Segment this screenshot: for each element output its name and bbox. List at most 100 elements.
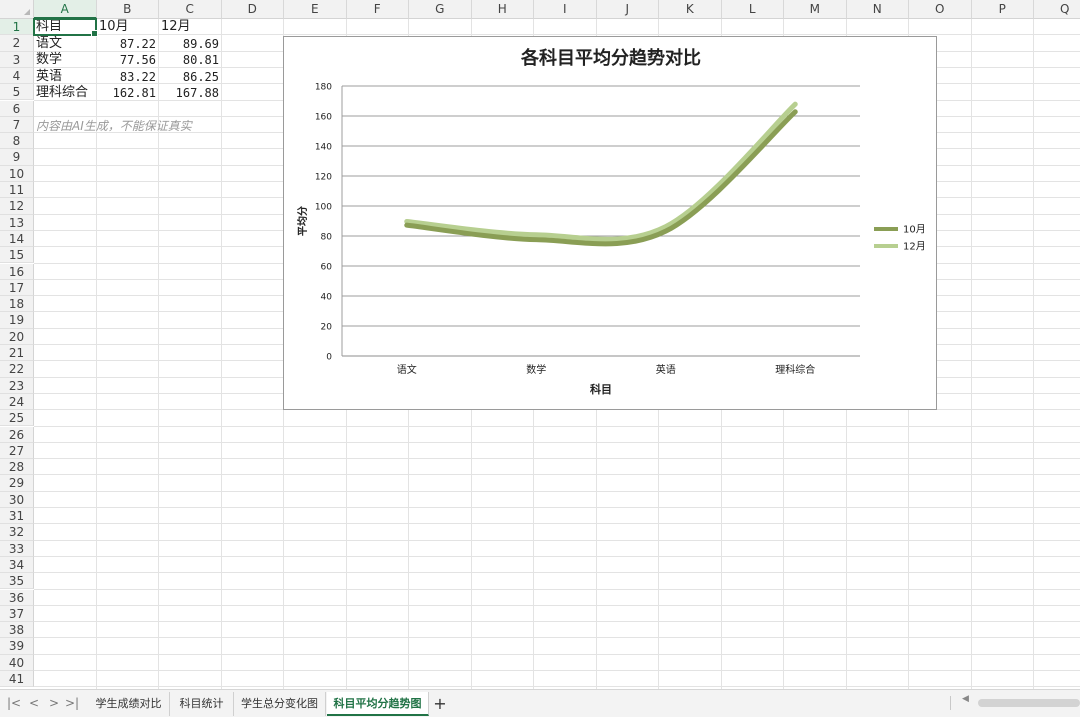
row-header-13[interactable]: 13: [0, 214, 34, 231]
x-axis-label[interactable]: 科目: [590, 382, 612, 396]
row-header-6[interactable]: 6: [0, 100, 34, 117]
column-header-b[interactable]: B: [96, 0, 159, 19]
cell-a2[interactable]: 语文: [36, 36, 96, 52]
row-header-41[interactable]: 41: [0, 671, 34, 688]
row-header-32[interactable]: 32: [0, 524, 34, 541]
add-sheet-button[interactable]: +: [431, 693, 449, 715]
y-tick-label: 100: [315, 203, 332, 213]
cell-c3[interactable]: 80.81: [159, 52, 219, 68]
select-all-corner[interactable]: [0, 0, 34, 19]
row-header-17[interactable]: 17: [0, 279, 34, 297]
cell-a5[interactable]: 理科综合: [36, 85, 96, 101]
cell-b1[interactable]: 10月: [99, 19, 157, 35]
row-header-23[interactable]: 23: [0, 377, 34, 394]
row-header-8[interactable]: 8: [0, 133, 34, 150]
row-header-38[interactable]: 38: [0, 622, 34, 639]
row-header-26[interactable]: 26: [0, 426, 34, 443]
column-header-d[interactable]: D: [221, 0, 284, 19]
fill-handle[interactable]: [91, 30, 98, 37]
row-header-3[interactable]: 3: [0, 51, 34, 68]
cell-a3[interactable]: 数学: [36, 52, 96, 68]
series-line-0[interactable]: [404, 109, 798, 247]
cell-b2[interactable]: 87.22: [97, 36, 156, 52]
row-header-22[interactable]: 22: [0, 361, 34, 378]
row-header-21[interactable]: 21: [0, 345, 34, 362]
row-header-37[interactable]: 37: [0, 605, 34, 623]
row-header-28[interactable]: 28: [0, 459, 34, 476]
cell-b5[interactable]: 162.81: [97, 85, 156, 101]
row-header-29[interactable]: 29: [0, 475, 34, 492]
column-header-i[interactable]: I: [534, 0, 597, 19]
row-gridline: [34, 670, 1080, 671]
row-header-16[interactable]: 16: [0, 263, 34, 280]
column-header-h[interactable]: H: [471, 0, 534, 19]
column-header-e[interactable]: E: [284, 0, 347, 19]
column-header-c[interactable]: C: [159, 0, 222, 19]
row-header-33[interactable]: 33: [0, 540, 34, 557]
column-header-k[interactable]: K: [659, 0, 722, 19]
row-header-5[interactable]: 5: [0, 84, 34, 101]
row-header-12[interactable]: 12: [0, 198, 34, 215]
sheet-tab-score-compare[interactable]: 学生成绩对比: [88, 692, 170, 716]
y-tick-label: 120: [315, 173, 332, 183]
line-chart[interactable]: 各科目平均分趋势对比 0 20 40 60 80 100 120 140 160 180 语文 数学…: [283, 36, 937, 410]
row-header-2[interactable]: 2: [0, 35, 34, 52]
last-sheet-icon[interactable]: >|: [64, 695, 80, 711]
column-header-n[interactable]: N: [846, 0, 909, 19]
row-header-40[interactable]: 40: [0, 654, 34, 671]
row-header-1[interactable]: 1: [0, 19, 34, 36]
row-header-34[interactable]: 34: [0, 556, 34, 574]
cell-c5[interactable]: 167.88: [159, 85, 219, 101]
row-gridline: [34, 653, 1080, 655]
row-header-7[interactable]: 7: [0, 116, 34, 134]
column-header-a[interactable]: A: [34, 0, 97, 19]
first-sheet-icon[interactable]: |<: [6, 695, 22, 711]
prev-sheet-icon[interactable]: <: [26, 695, 42, 711]
row-header-36[interactable]: 36: [0, 589, 34, 606]
column-header-m[interactable]: M: [784, 0, 847, 19]
row-header-35[interactable]: 35: [0, 573, 34, 590]
sheet-tab-subject-stats[interactable]: 科目统计: [170, 692, 234, 716]
row-header-25[interactable]: 25: [0, 410, 34, 427]
column-header-l[interactable]: L: [721, 0, 784, 19]
next-sheet-icon[interactable]: >: [46, 695, 62, 711]
row-header-11[interactable]: 11: [0, 182, 34, 199]
column-header-q[interactable]: Q: [1034, 0, 1080, 19]
scroll-left-icon[interactable]: ◀: [962, 694, 969, 704]
row-gridline: [34, 621, 1080, 623]
column-header-g[interactable]: G: [409, 0, 472, 19]
cell-c2[interactable]: 89.69: [159, 36, 219, 52]
chart-title[interactable]: 各科目平均分趋势对比: [520, 47, 701, 69]
row-header-20[interactable]: 20: [0, 328, 34, 345]
cell-c4[interactable]: 86.25: [159, 69, 219, 85]
row-header-14[interactable]: 14: [0, 230, 34, 248]
cell-b4[interactable]: 83.22: [97, 69, 156, 85]
row-header-19[interactable]: 19: [0, 312, 34, 329]
chart-legend[interactable]: 10月12月: [874, 224, 926, 253]
cell-a4[interactable]: 英语: [36, 69, 96, 85]
column-header-j[interactable]: J: [596, 0, 659, 19]
row-header-24[interactable]: 24: [0, 393, 34, 411]
sheet-tab-avg-trend[interactable]: 科目平均分趋势图: [327, 692, 429, 716]
row-header-18[interactable]: 18: [0, 296, 34, 313]
row-header-39[interactable]: 39: [0, 638, 34, 655]
cell-b3[interactable]: 77.56: [97, 52, 156, 68]
row-header-30[interactable]: 30: [0, 491, 34, 508]
row-header-15[interactable]: 15: [0, 247, 34, 264]
row-gridline: [34, 490, 1080, 492]
row-header-4[interactable]: 4: [0, 67, 34, 85]
x-tick-label: 英语: [656, 363, 676, 376]
column-header-p[interactable]: P: [971, 0, 1034, 19]
row-gridline: [34, 588, 1080, 590]
row-header-9[interactable]: 9: [0, 149, 34, 166]
row-header-10[interactable]: 10: [0, 165, 34, 182]
y-axis-label[interactable]: 平均分: [296, 206, 309, 236]
cell-c1[interactable]: 12月: [161, 19, 219, 35]
horizontal-scrollbar[interactable]: [978, 699, 1080, 707]
column-header-f[interactable]: F: [346, 0, 409, 19]
column-header-o[interactable]: O: [909, 0, 972, 19]
row-header-31[interactable]: 31: [0, 508, 34, 525]
row-header-27[interactable]: 27: [0, 442, 34, 460]
ai-generated-note[interactable]: 内容由AI生成，不能保证真实: [36, 118, 236, 134]
sheet-tab-total-change[interactable]: 学生总分变化图: [234, 692, 326, 716]
